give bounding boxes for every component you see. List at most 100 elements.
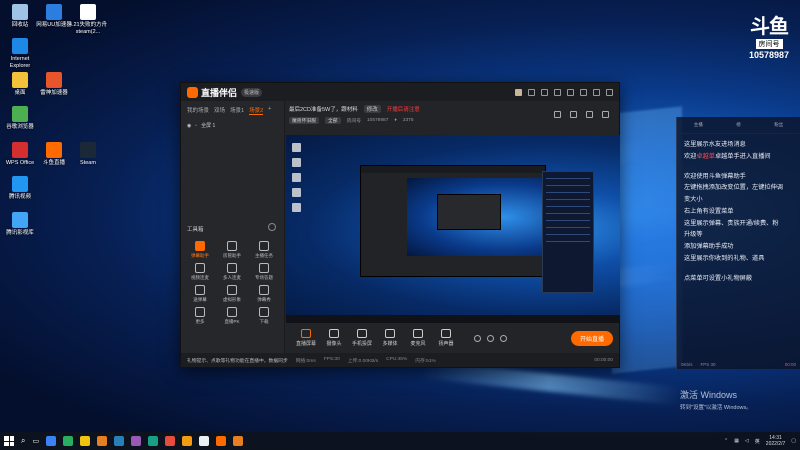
tool-button[interactable]: 视频连麦 (185, 263, 215, 281)
taskbar-app-icon[interactable] (97, 436, 108, 446)
lock-icon[interactable]: ▫ (195, 123, 197, 129)
gear-icon[interactable] (500, 334, 507, 342)
app-title-bar: 直播伴侣 极速版 (181, 83, 619, 101)
close-icon[interactable] (606, 88, 613, 96)
source-button[interactable]: 手机投屏 (348, 329, 376, 347)
taskbar-app-icon[interactable] (199, 436, 210, 446)
chat-header-tab[interactable]: 主播 (694, 122, 703, 128)
taskbar: ⌕ ▭ ⌃ ▦ ◁ 英 14:31 2022/2/7 ▢ (0, 432, 800, 450)
app-brand: 直播伴侣 (187, 86, 237, 99)
avatar[interactable] (515, 88, 522, 96)
tool-icon (195, 307, 205, 317)
source-button[interactable]: 直播屏幕 (292, 329, 320, 347)
chat-message (684, 265, 793, 273)
welcome-prefix: 欢迎 (684, 152, 697, 160)
tray-up-icon[interactable]: ⌃ (724, 438, 728, 444)
tool-button[interactable]: 更多 (185, 307, 215, 325)
edit-title-button[interactable]: 修改 (363, 105, 381, 113)
tool-button[interactable]: 直播PK (217, 307, 247, 325)
status-stat: 内存:51% (415, 358, 436, 364)
tool-button[interactable]: 主播任务 (249, 241, 279, 259)
bell-icon[interactable] (586, 111, 593, 118)
network-icon[interactable]: ▦ (734, 438, 739, 444)
scene-tab[interactable]: 场景2 (249, 106, 264, 115)
chat-header-tab[interactable]: 榜 (736, 122, 741, 128)
preview-nested-window (360, 165, 546, 277)
record-toggle-icon[interactable] (474, 334, 481, 342)
volume-icon[interactable]: ◁ (745, 438, 749, 444)
search-icon[interactable]: ⌕ (21, 436, 25, 446)
taskbar-app-icon[interactable] (114, 436, 125, 446)
source-button[interactable]: 多媒体 (376, 329, 404, 347)
task-icon[interactable] (554, 111, 561, 118)
share-icon[interactable] (602, 111, 609, 118)
message-icon[interactable] (541, 88, 548, 96)
tool-button[interactable]: 房管助手 (217, 241, 247, 259)
source-button[interactable]: 摄像头 (320, 329, 348, 347)
tool-icon (227, 241, 237, 251)
eye-toggle-icon[interactable] (487, 334, 494, 342)
danmu-assistant-panel[interactable]: 主播 榜 粉丝 这里展示水友进场消息 欢迎卓越单卓越单手进入直播间 欢迎使用斗鱼弹幕助手… (676, 117, 800, 369)
app-logo-icon (187, 86, 198, 98)
preview-chat-panel (542, 171, 594, 293)
source-label: 麦克风 (410, 341, 426, 347)
add-scene-icon[interactable]: + (268, 106, 271, 115)
room-no-label: 房间号 (346, 119, 362, 124)
menu-icon[interactable] (567, 88, 574, 96)
taskbar-app-icon[interactable] (216, 436, 227, 446)
scene-tab[interactable]: 场景1 (230, 106, 244, 115)
app-icon (46, 142, 62, 158)
desktop-icon[interactable]: Internet Explorer (0, 38, 40, 69)
scene-tab[interactable]: 我的场景 (187, 106, 209, 115)
chat-footer-stat: 00:00 (784, 362, 796, 367)
ime-indicator[interactable]: 英 (755, 438, 760, 445)
taskbar-app-icon[interactable] (46, 436, 57, 446)
tool-button[interactable]: 弹幕秀 (249, 285, 279, 303)
taskbar-app-icon[interactable] (131, 436, 142, 446)
tool-button[interactable]: 虚拟形象 (217, 285, 247, 303)
start-button[interactable] (4, 436, 14, 446)
task-view-icon[interactable]: ▭ (32, 437, 39, 445)
room-title[interactable]: 最后2CD准备5W了，跟材料 (289, 105, 358, 113)
eye-icon[interactable]: ◉ (187, 123, 191, 129)
scene-item-label: 全屏 1 (201, 123, 216, 129)
taskbar-app-icon[interactable] (148, 436, 159, 446)
record-icon[interactable] (570, 111, 577, 118)
start-live-button[interactable]: 开始直播 (570, 330, 613, 346)
minimize-icon[interactable] (580, 88, 587, 96)
version-badge[interactable]: 极速版 (241, 87, 263, 97)
tool-button[interactable]: 专场答题 (249, 263, 279, 281)
tool-button[interactable]: 下载 (249, 307, 279, 325)
source-button[interactable]: 扬声器 (432, 329, 460, 347)
taskbar-app-icon[interactable] (63, 436, 74, 446)
notification-icon[interactable]: ▢ (791, 438, 796, 444)
gift-icon[interactable] (528, 88, 535, 96)
taskbar-app-icon[interactable] (233, 436, 244, 446)
scene-tab[interactable]: 双场 (214, 106, 225, 115)
desktop-icon[interactable]: 谷歌浏览器 (0, 106, 40, 131)
tool-label: 多人连麦 (223, 275, 241, 280)
desktop-icon[interactable]: 腾讯视频 (0, 176, 40, 201)
clock[interactable]: 14:31 2022/2/7 (766, 435, 785, 447)
stream-preview[interactable] (286, 135, 620, 323)
activate-sub: 转到"设置"以激活 Windows。 (680, 405, 752, 411)
chat-footer: 0Kb/s FPS 30 00:00 (677, 360, 800, 369)
tool-button[interactable]: 多人连麦 (217, 263, 247, 281)
tool-button[interactable]: 送弹幕 (185, 285, 215, 303)
sub-category-select[interactable]: 全部 (325, 117, 341, 124)
maximize-icon[interactable] (593, 88, 600, 96)
desktop-icon[interactable]: Steam (68, 142, 108, 167)
scene-item[interactable]: ◉ ▫ 全屏 1 (181, 120, 284, 131)
more-tools-icon[interactable] (268, 223, 276, 231)
source-button[interactable]: 麦克风 (404, 329, 432, 347)
desktop-icon[interactable]: 雷神加速器 (34, 72, 74, 97)
desktop-icon[interactable]: 4.21失败的方舟steam(2... (68, 4, 108, 35)
tool-button[interactable]: 弹幕助手 (185, 241, 215, 259)
taskbar-app-icon[interactable] (182, 436, 193, 446)
chat-header-tab[interactable]: 粉丝 (774, 122, 783, 128)
taskbar-app-icon[interactable] (165, 436, 176, 446)
settings-icon[interactable] (554, 88, 561, 96)
taskbar-app-icon[interactable] (80, 436, 91, 446)
desktop-icon[interactable]: 腾讯影视库 (0, 212, 40, 237)
category-select[interactable]: 魔兽怀旧服 (289, 117, 319, 124)
